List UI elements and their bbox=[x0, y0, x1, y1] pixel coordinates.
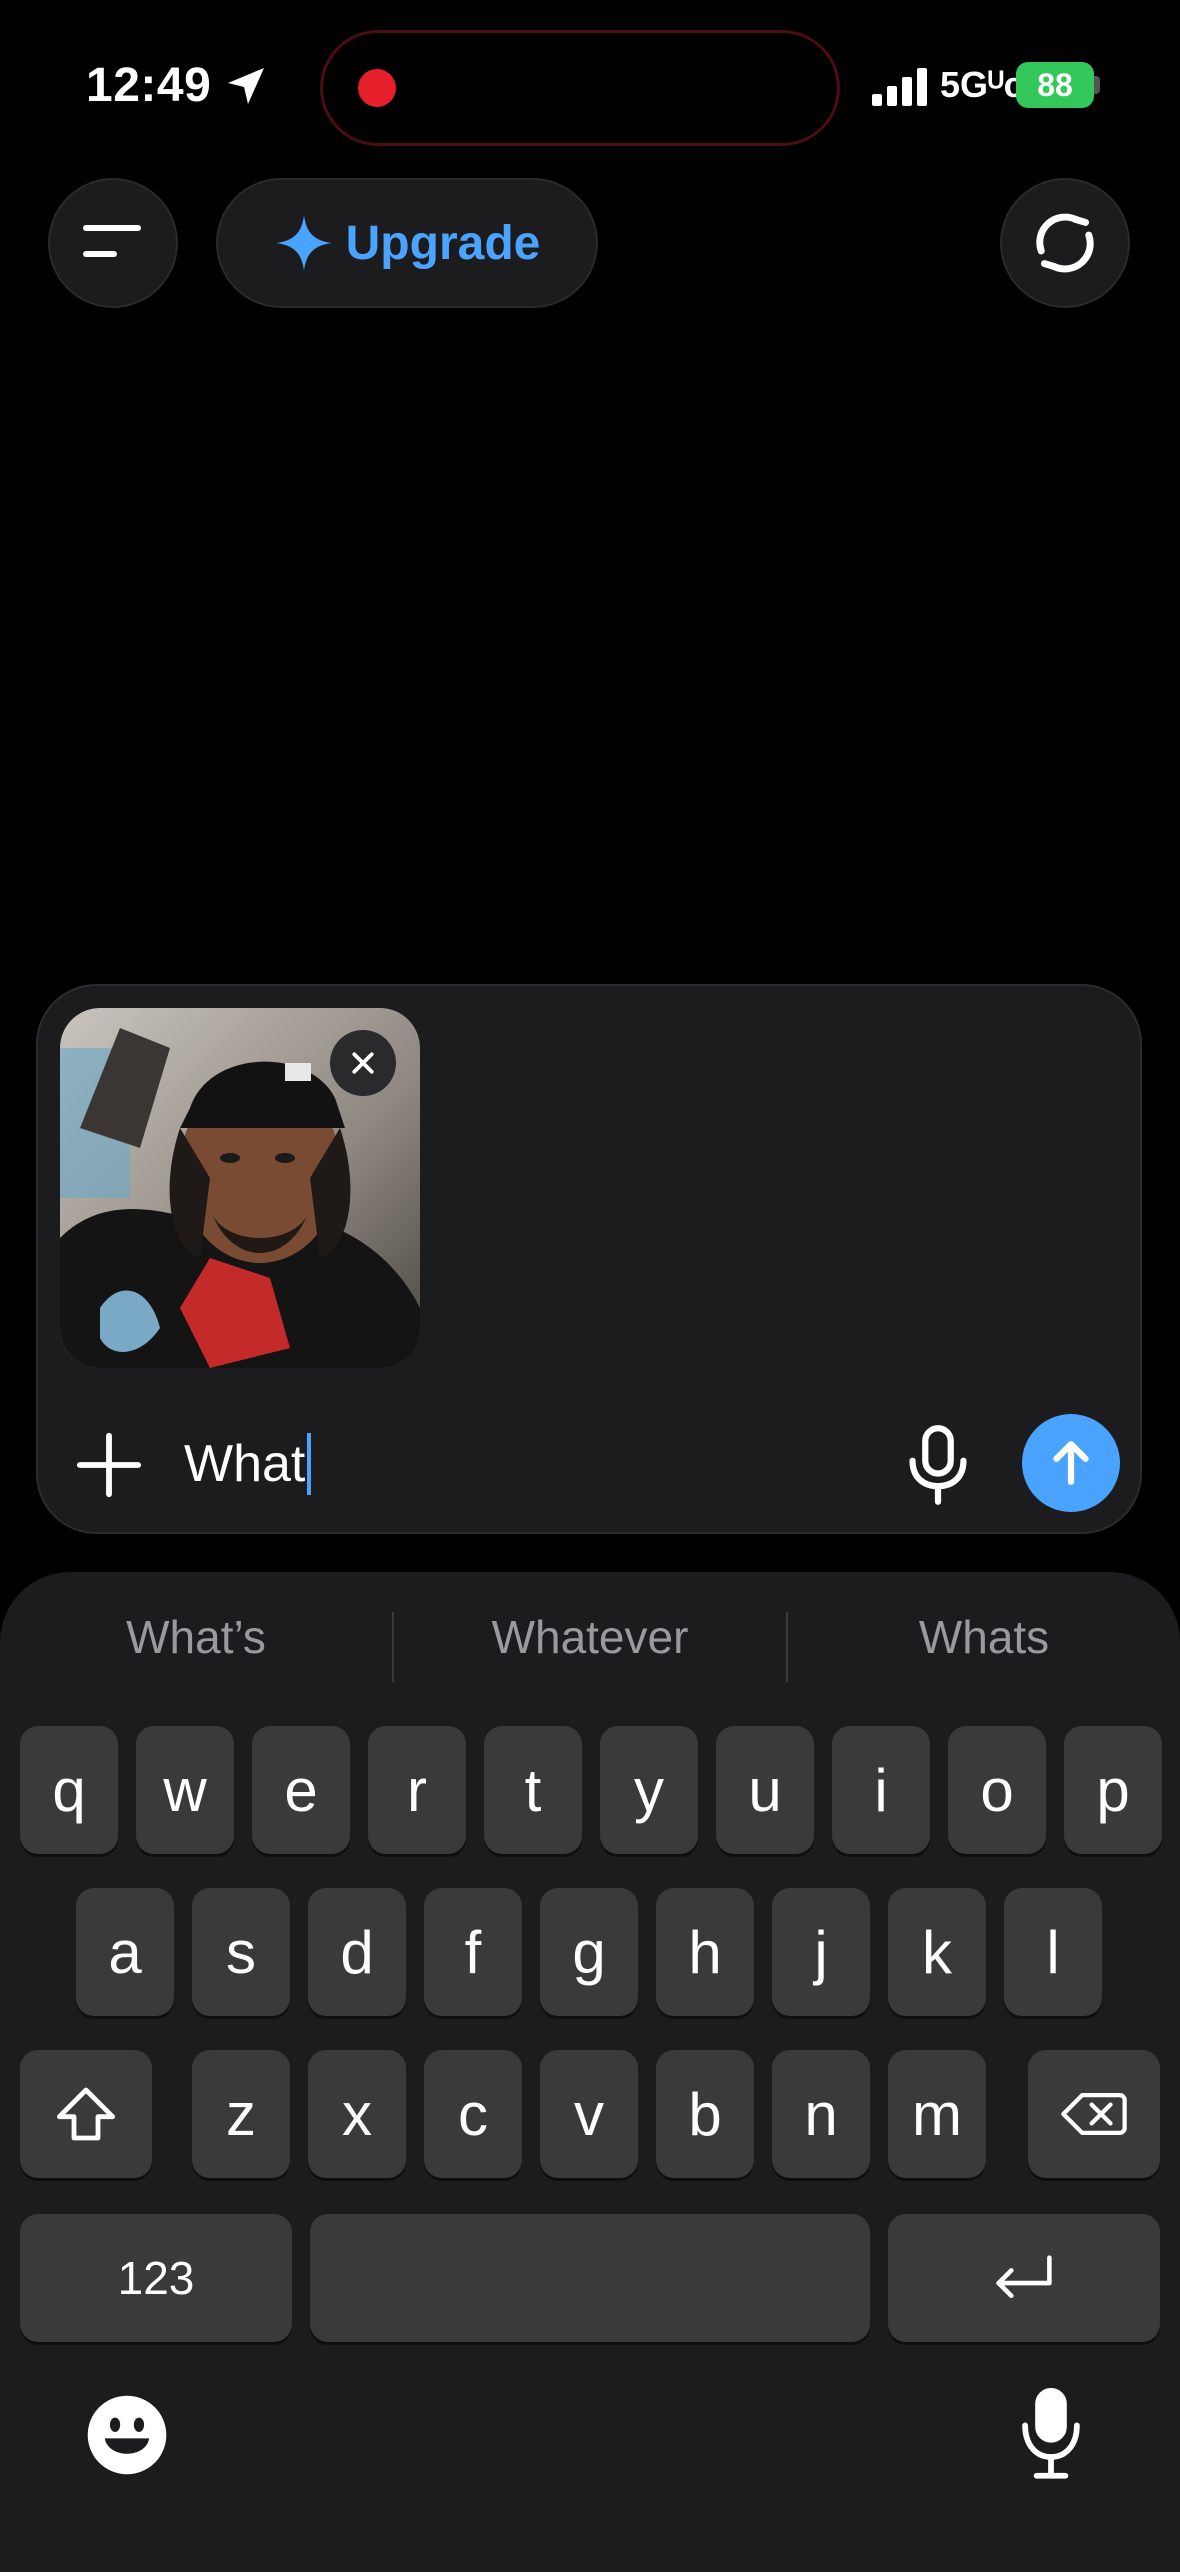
key-j[interactable]: j bbox=[772, 1888, 870, 2016]
key-f[interactable]: f bbox=[424, 1888, 522, 2016]
key-d[interactable]: d bbox=[308, 1888, 406, 2016]
key-o[interactable]: o bbox=[948, 1726, 1046, 1854]
message-input-value: What bbox=[184, 1435, 306, 1493]
key-n[interactable]: n bbox=[772, 2050, 870, 2178]
key-g[interactable]: g bbox=[540, 1888, 638, 2016]
dictation-mic-icon[interactable] bbox=[1018, 2388, 1084, 2480]
key-s[interactable]: s bbox=[192, 1888, 290, 2016]
key-h[interactable]: h bbox=[656, 1888, 754, 2016]
hamburger-menu-icon bbox=[83, 225, 141, 257]
numbers-key[interactable]: 123 bbox=[20, 2214, 292, 2342]
upgrade-label: Upgrade bbox=[345, 216, 541, 270]
dynamic-island bbox=[320, 30, 840, 146]
new-chat-button[interactable] bbox=[1000, 178, 1130, 308]
key-k[interactable]: k bbox=[888, 1888, 986, 2016]
shift-key[interactable] bbox=[20, 2050, 152, 2178]
battery-level: 88 bbox=[1037, 66, 1073, 103]
send-button[interactable] bbox=[1022, 1414, 1120, 1512]
key-p[interactable]: p bbox=[1064, 1726, 1162, 1854]
key-b[interactable]: b bbox=[656, 2050, 754, 2178]
key-q[interactable]: q bbox=[20, 1726, 118, 1854]
suggestion-3[interactable]: Whats bbox=[788, 1610, 1180, 1664]
return-icon bbox=[996, 2255, 1052, 2299]
shift-icon bbox=[56, 2087, 116, 2141]
text-caret bbox=[307, 1433, 312, 1495]
key-v[interactable]: v bbox=[540, 2050, 638, 2178]
arrow-up-icon bbox=[1053, 1441, 1089, 1485]
recording-indicator-icon bbox=[358, 69, 396, 107]
key-x[interactable]: x bbox=[308, 2050, 406, 2178]
key-m[interactable]: m bbox=[888, 2050, 986, 2178]
remove-attachment-button[interactable] bbox=[330, 1030, 396, 1096]
key-c[interactable]: c bbox=[424, 2050, 522, 2178]
key-l[interactable]: l bbox=[1004, 1888, 1102, 2016]
location-arrow-icon bbox=[228, 68, 264, 104]
backspace-icon bbox=[1061, 2093, 1127, 2135]
emoji-icon[interactable] bbox=[86, 2394, 168, 2476]
menu-button[interactable] bbox=[48, 178, 178, 308]
space-key[interactable] bbox=[310, 2214, 870, 2342]
close-icon bbox=[352, 1052, 374, 1074]
network-type: 5Gᵁᴄ bbox=[940, 64, 1024, 105]
key-y[interactable]: y bbox=[600, 1726, 698, 1854]
sparkle-icon bbox=[276, 215, 332, 271]
key-w[interactable]: w bbox=[136, 1726, 234, 1854]
cellular-signal-icon bbox=[872, 68, 927, 106]
status-time: 12:49 bbox=[86, 59, 212, 112]
key-z[interactable]: z bbox=[192, 2050, 290, 2178]
microphone-icon[interactable] bbox=[904, 1424, 972, 1506]
key-a[interactable]: a bbox=[76, 1888, 174, 2016]
suggestion-2[interactable]: Whatever bbox=[394, 1610, 786, 1664]
delete-key[interactable] bbox=[1028, 2050, 1160, 2178]
suggestion-1[interactable]: What’s bbox=[0, 1610, 392, 1664]
battery-tip-icon bbox=[1094, 76, 1100, 94]
battery-indicator: 88 bbox=[1016, 62, 1094, 108]
return-key[interactable] bbox=[888, 2214, 1160, 2342]
key-i[interactable]: i bbox=[832, 1726, 930, 1854]
message-input[interactable]: What bbox=[184, 1432, 312, 1496]
key-e[interactable]: e bbox=[252, 1726, 350, 1854]
refresh-chat-icon bbox=[1036, 213, 1094, 273]
upgrade-button[interactable]: Upgrade bbox=[216, 178, 598, 308]
key-t[interactable]: t bbox=[484, 1726, 582, 1854]
plus-icon[interactable] bbox=[74, 1430, 144, 1500]
key-r[interactable]: r bbox=[368, 1726, 466, 1854]
key-u[interactable]: u bbox=[716, 1726, 814, 1854]
